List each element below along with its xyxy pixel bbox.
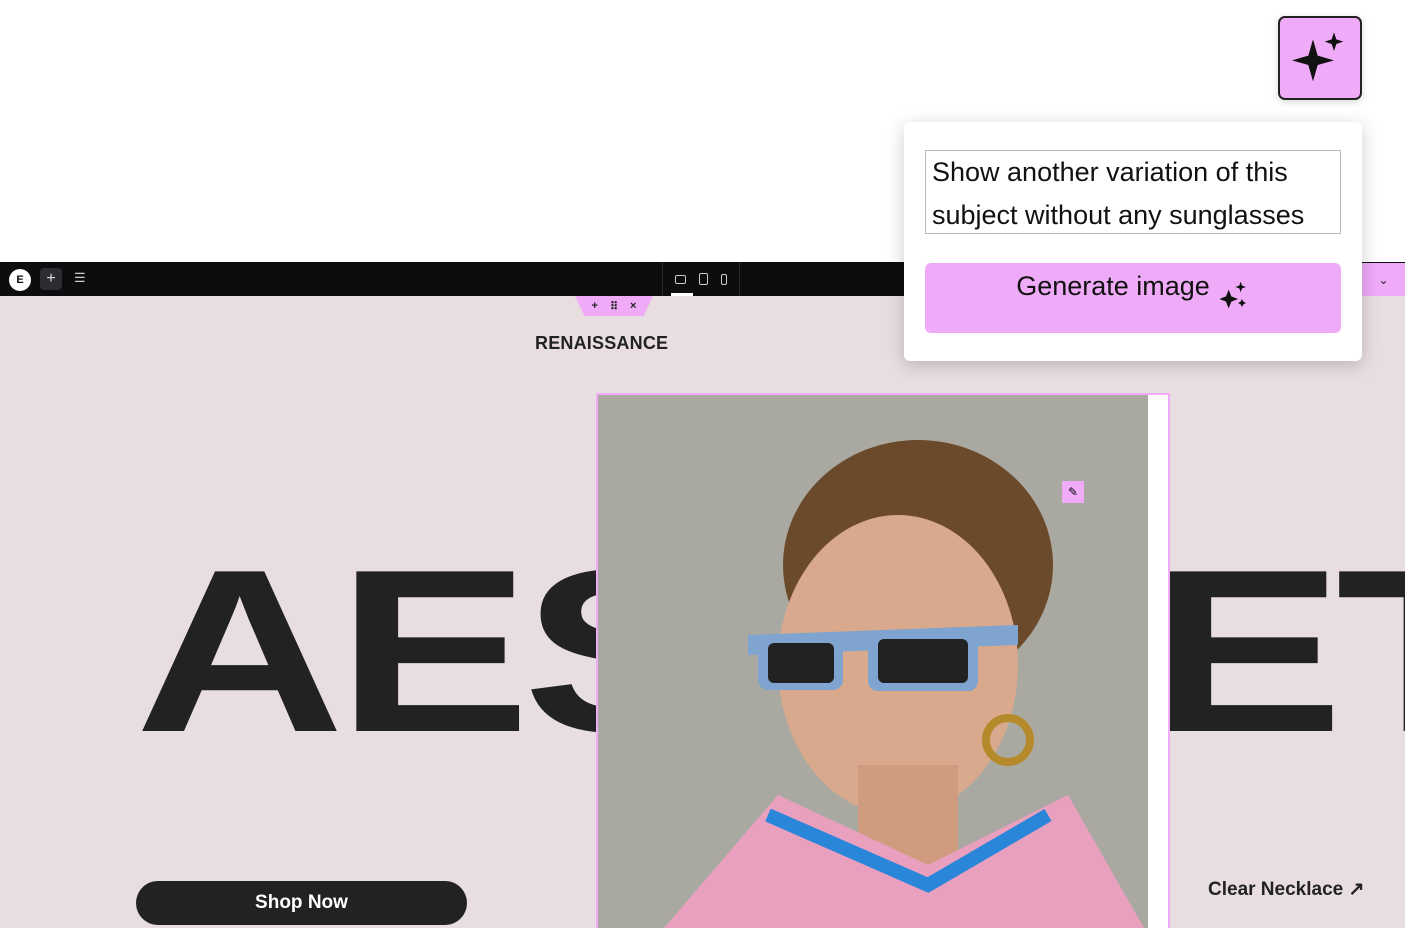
tablet-icon[interactable]: [698, 273, 708, 285]
mobile-icon[interactable]: [720, 273, 727, 285]
brand-title: RENAISSANCE: [535, 333, 669, 353]
pencil-edit-icon[interactable]: ✎: [1062, 481, 1084, 503]
clear-necklace-link[interactable]: Clear Necklace ↗: [1208, 878, 1364, 901]
drag-icon[interactable]: ⠿: [610, 300, 618, 316]
shop-now-button[interactable]: Shop Now: [136, 881, 467, 925]
page-canvas: + ⠿ × RENAISSANCE AES ETI Shop Now Clear…: [0, 296, 1405, 928]
add-element-button[interactable]: +: [40, 268, 62, 290]
add-section-icon[interactable]: +: [592, 300, 598, 316]
chevron-down-icon[interactable]: ⌄: [1362, 263, 1405, 296]
close-icon[interactable]: ×: [630, 300, 636, 316]
generate-image-button[interactable]: Generate image: [925, 263, 1341, 333]
selected-image-widget[interactable]: ✎: [596, 393, 1170, 928]
ai-prompt-popup: Show another variation of this subject w…: [904, 122, 1362, 361]
model-photo: [598, 395, 1148, 928]
elementor-logo-icon[interactable]: E: [9, 269, 31, 291]
sparkle-icon: [1292, 32, 1344, 82]
model-illustration: [664, 440, 1144, 928]
device-switcher: [662, 262, 740, 296]
sliders-icon[interactable]: ☰: [74, 270, 86, 286]
prompt-input[interactable]: Show another variation of this subject w…: [925, 150, 1341, 234]
arrow-up-right-icon: ↗: [1348, 879, 1365, 900]
headline-right: ETI: [1150, 522, 1405, 781]
section-handle: + ⠿ ×: [575, 296, 653, 316]
desktop-icon[interactable]: [675, 274, 687, 284]
generate-label: Generate image: [1016, 271, 1210, 301]
link-label: Clear Necklace: [1208, 879, 1344, 900]
ai-sparkle-button[interactable]: [1278, 16, 1362, 100]
sparkles-icon: [1219, 281, 1246, 309]
